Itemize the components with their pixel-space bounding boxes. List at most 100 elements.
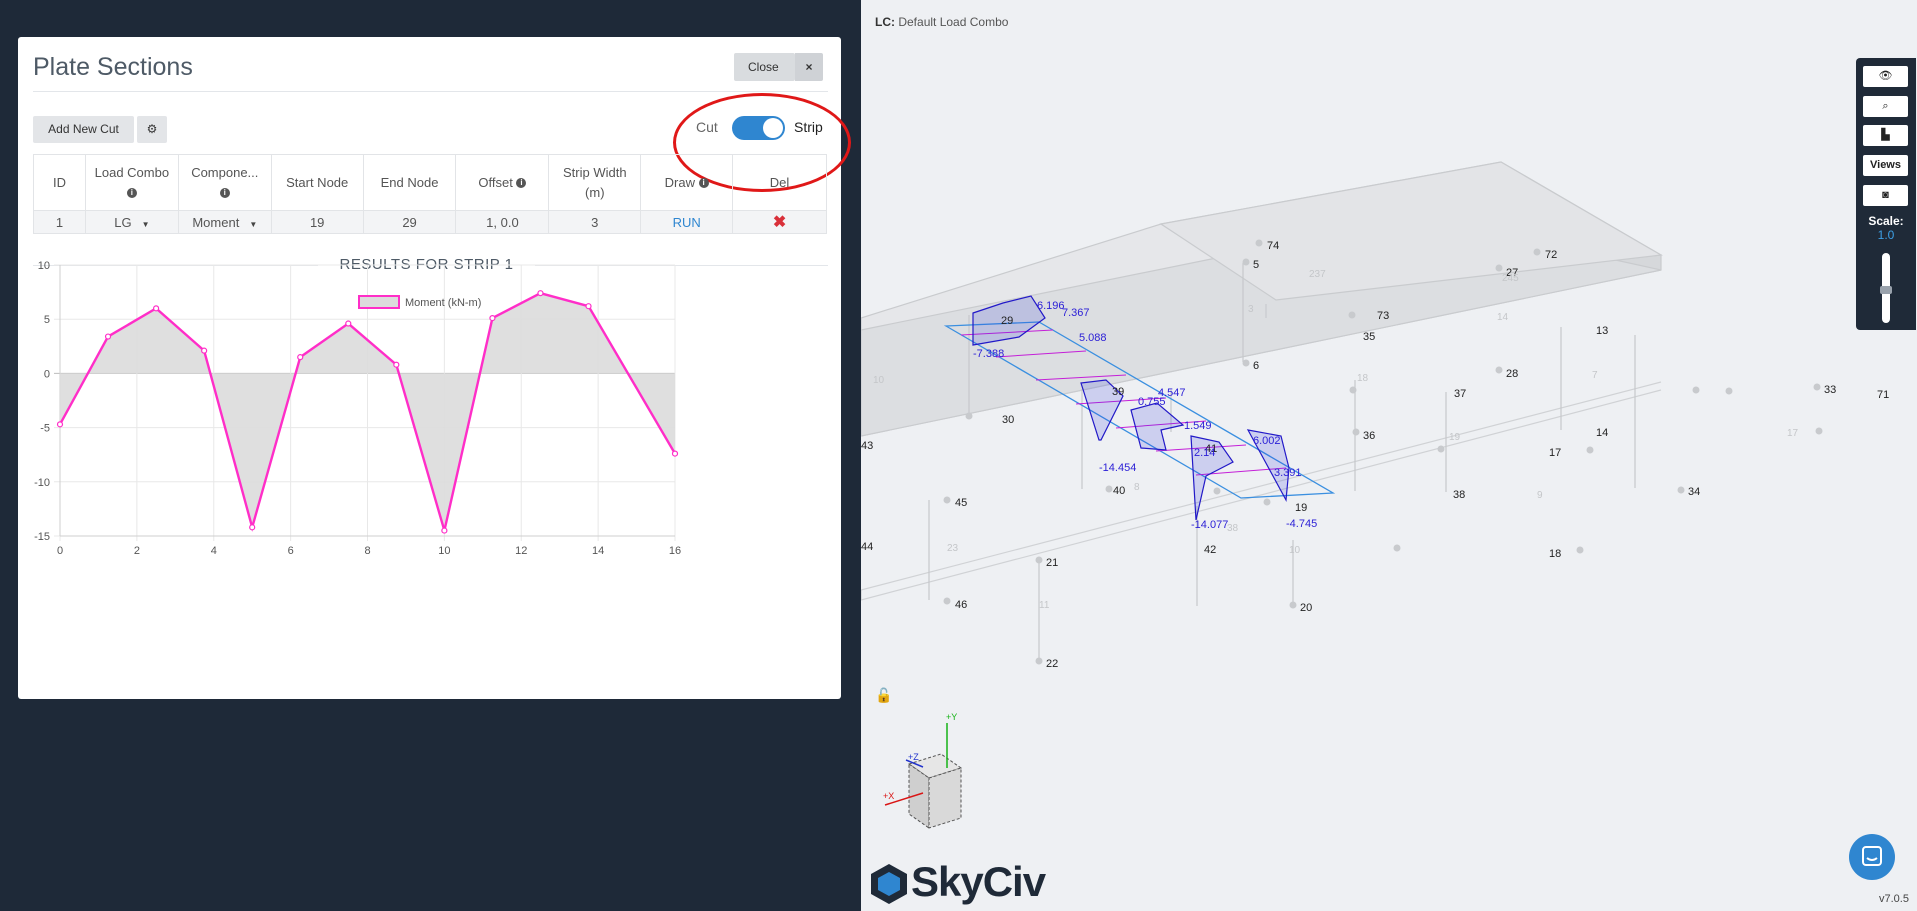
node-label: 20: [1300, 602, 1312, 614]
skyciv-logo-text: SkyCiv: [911, 858, 1046, 905]
node-label: 45: [955, 497, 967, 509]
data-point: [249, 524, 256, 531]
structure-model[interactable]: 74 5 72 27 73 35 6 13 28 37 33 71 30 36 …: [861, 0, 1917, 911]
y-tick-label: 5: [44, 314, 50, 326]
moment-chart: 10 5 0 -5 -10 -15 0 2 4 6 8 10 12 14 16 Moment (kN-m): [34, 260, 681, 557]
node-label: 13: [1596, 325, 1608, 337]
node-label: 46: [955, 599, 967, 611]
model-viewport[interactable]: LC: Default Load Combo 74 5 72 27 73 35 …: [861, 0, 1917, 911]
x-tick-label: 6: [288, 545, 294, 557]
y-tick-label: -15: [34, 531, 50, 543]
node-label: 33: [1824, 384, 1836, 396]
node-label: 36: [1363, 430, 1375, 442]
x-tick-label: 8: [364, 545, 370, 557]
node-label: 19: [1295, 502, 1307, 514]
view-toolbar: 👁 ⌕ ▙ Views ◙ Scale: 1.0: [1856, 58, 1916, 330]
member-label: 9: [1537, 490, 1543, 501]
chart-icon[interactable]: ▙: [1863, 125, 1908, 146]
legend-swatch: [358, 295, 400, 309]
x-axis-label: +X: [883, 791, 894, 801]
moment-label: -14.077: [1191, 519, 1228, 531]
y-tick-label: 10: [38, 260, 50, 272]
member-label: 3: [1248, 304, 1254, 315]
data-point: [152, 305, 160, 312]
camera-icon[interactable]: ◙: [1863, 185, 1908, 206]
x-tick-label: 4: [211, 545, 217, 557]
data-point: [56, 421, 64, 428]
node-label: 38: [1453, 489, 1465, 501]
member-label: 237: [1309, 269, 1326, 280]
node-label: 40: [1113, 485, 1125, 497]
axis-cube-icon[interactable]: +Y +X +Z: [883, 712, 963, 829]
moment-label: -4.745: [1286, 518, 1317, 530]
node-label: 74: [1267, 240, 1279, 252]
node-label: 29: [1001, 315, 1013, 327]
y-tick-label: -5: [40, 423, 50, 435]
chat-button[interactable]: [1849, 834, 1895, 880]
member-label: 8: [1134, 482, 1140, 493]
search-icon[interactable]: ⌕: [1863, 96, 1908, 117]
node-label: 18: [1549, 548, 1561, 560]
member-label: 7: [1592, 370, 1598, 381]
node-label: 42: [1204, 544, 1216, 556]
data-point: [345, 320, 352, 327]
x-tick-label: 0: [57, 545, 63, 557]
skyciv-logo-icon: [871, 864, 907, 904]
slab-outline: [861, 161, 1663, 601]
node-label: 44: [861, 541, 873, 553]
moment-label: 2.14: [1194, 447, 1215, 459]
node-label: 30: [1002, 414, 1014, 426]
moment-label: 6.196: [1037, 300, 1065, 312]
version-label: v7.0.5: [1879, 893, 1909, 905]
member-label: 23: [947, 543, 959, 554]
moment-label: 5.088: [1079, 332, 1107, 344]
node-label: 21: [1046, 557, 1058, 569]
member-label: 10: [1289, 545, 1301, 556]
member-label: 14: [1497, 312, 1509, 323]
legend-label: Moment (kN-m): [405, 297, 481, 309]
node-label: 6: [1253, 360, 1259, 372]
data-point: [441, 527, 448, 534]
scale-label: Scale:: [1868, 214, 1904, 228]
scale-slider-thumb[interactable]: [1880, 286, 1892, 294]
member-label: 17: [1787, 428, 1799, 439]
moment-label: -14.454: [1099, 462, 1136, 474]
data-point: [671, 450, 679, 457]
node-label: 35: [1363, 331, 1375, 343]
member-label: 18: [1357, 373, 1369, 384]
data-point: [393, 361, 400, 368]
node-label: 14: [1596, 427, 1608, 439]
node-label: 73: [1377, 310, 1389, 322]
node-label: 71: [1877, 389, 1889, 401]
moment-label: 0.755: [1138, 396, 1166, 408]
member-label: 245: [1502, 273, 1519, 284]
node-label: 17: [1549, 447, 1561, 459]
x-tick-label: 14: [592, 545, 604, 557]
lock-icon[interactable]: 🔓: [875, 687, 892, 704]
y-axis-label: +Y: [946, 712, 957, 722]
moment-label: 6.002: [1253, 435, 1281, 447]
eye-icon[interactable]: 👁: [1863, 66, 1908, 87]
moment-label: -7.388: [973, 348, 1004, 360]
plate-sections-panel: Plate Sections Close × Add New Cut ⚙ Cut…: [18, 37, 851, 699]
member-label: 11: [1039, 600, 1050, 611]
data-point: [537, 290, 544, 297]
scale-value: 1.0: [1877, 228, 1895, 242]
moment-label: 7.367: [1062, 307, 1090, 319]
member-label: 10: [873, 375, 885, 386]
node-label: 5: [1253, 259, 1259, 271]
node-label: 34: [1688, 486, 1700, 498]
node-label: 22: [1046, 658, 1058, 670]
x-tick-label: 2: [134, 545, 140, 557]
views-button[interactable]: Views: [1863, 155, 1908, 176]
node-label: 28: [1506, 368, 1518, 380]
data-point: [201, 347, 208, 354]
x-tick-label: 12: [515, 545, 527, 557]
member-label: 19: [1449, 432, 1461, 443]
node-label: 43: [861, 440, 873, 452]
moment-label: 3.391: [1274, 467, 1302, 479]
data-point: [585, 303, 592, 310]
y-tick-label: -10: [34, 477, 50, 489]
node-label: 39: [1112, 386, 1124, 398]
chat-icon: [1862, 846, 1882, 866]
